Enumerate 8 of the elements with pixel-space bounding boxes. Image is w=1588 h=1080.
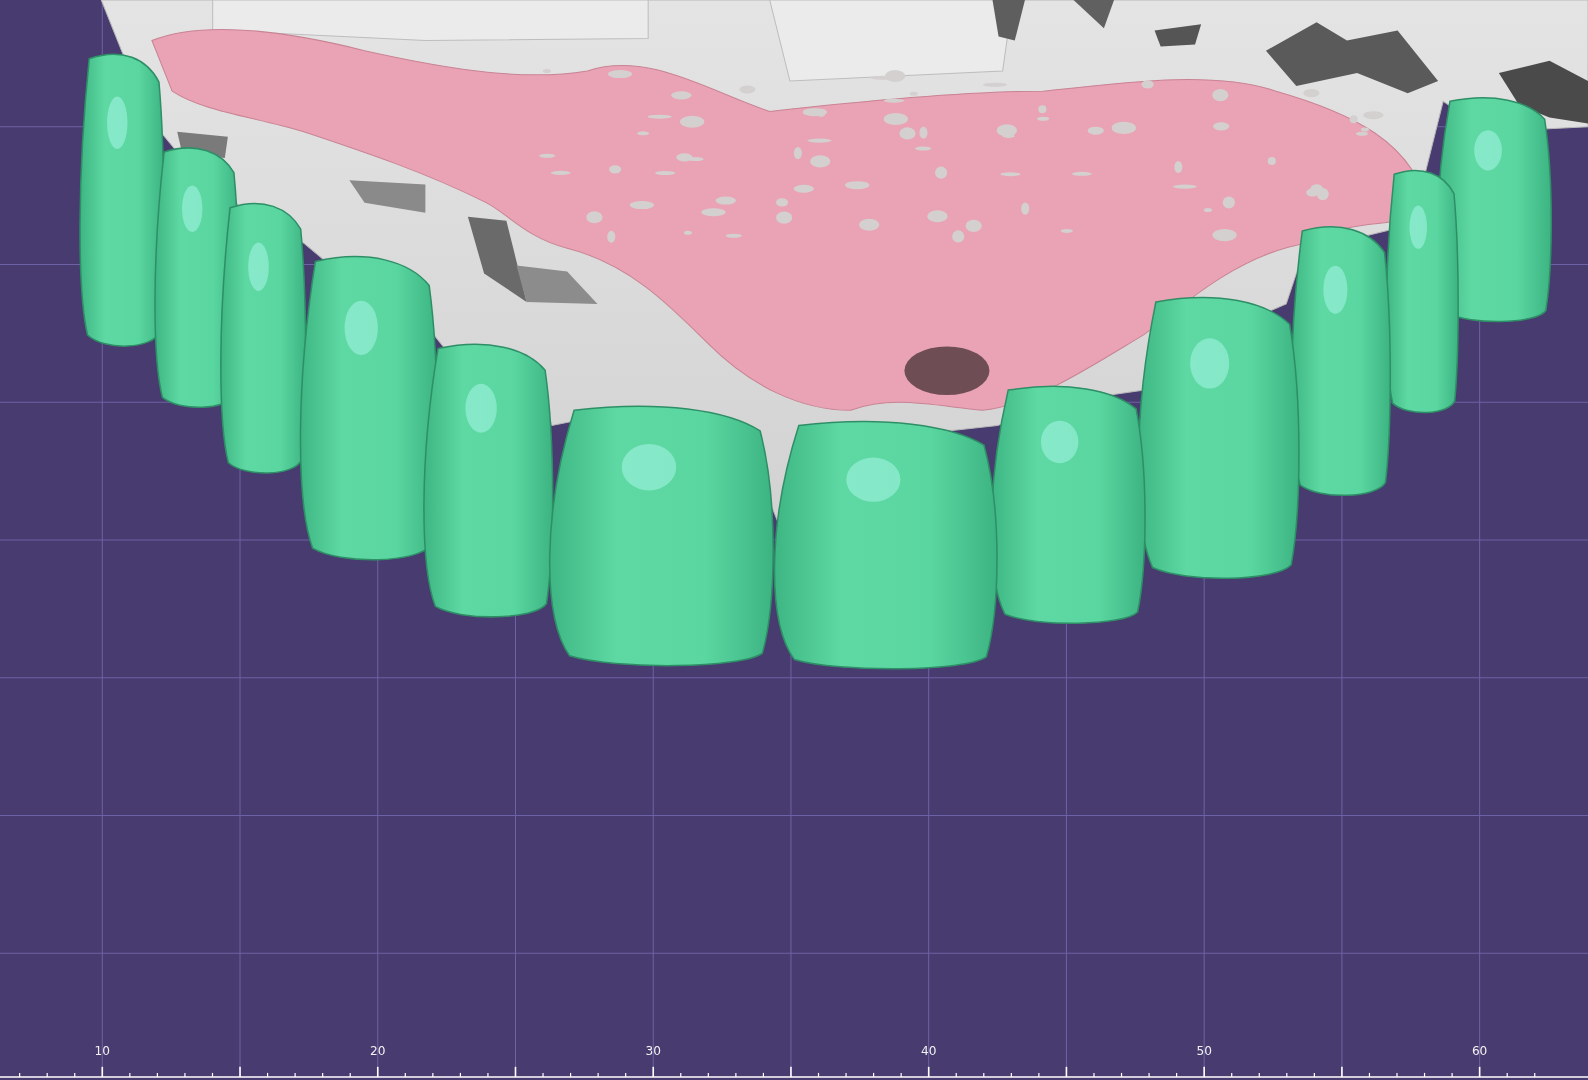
ruler-label: 20 [370, 1043, 386, 1058]
ruler-label: 50 [1196, 1043, 1212, 1058]
ruler-label: 30 [645, 1043, 661, 1058]
ruler-label: 60 [1471, 1043, 1488, 1058]
scan-gap [992, 0, 1025, 41]
scan-gap [1154, 24, 1202, 47]
ruler-label: 10 [94, 1043, 110, 1058]
ruler-label: 40 [920, 1043, 937, 1058]
